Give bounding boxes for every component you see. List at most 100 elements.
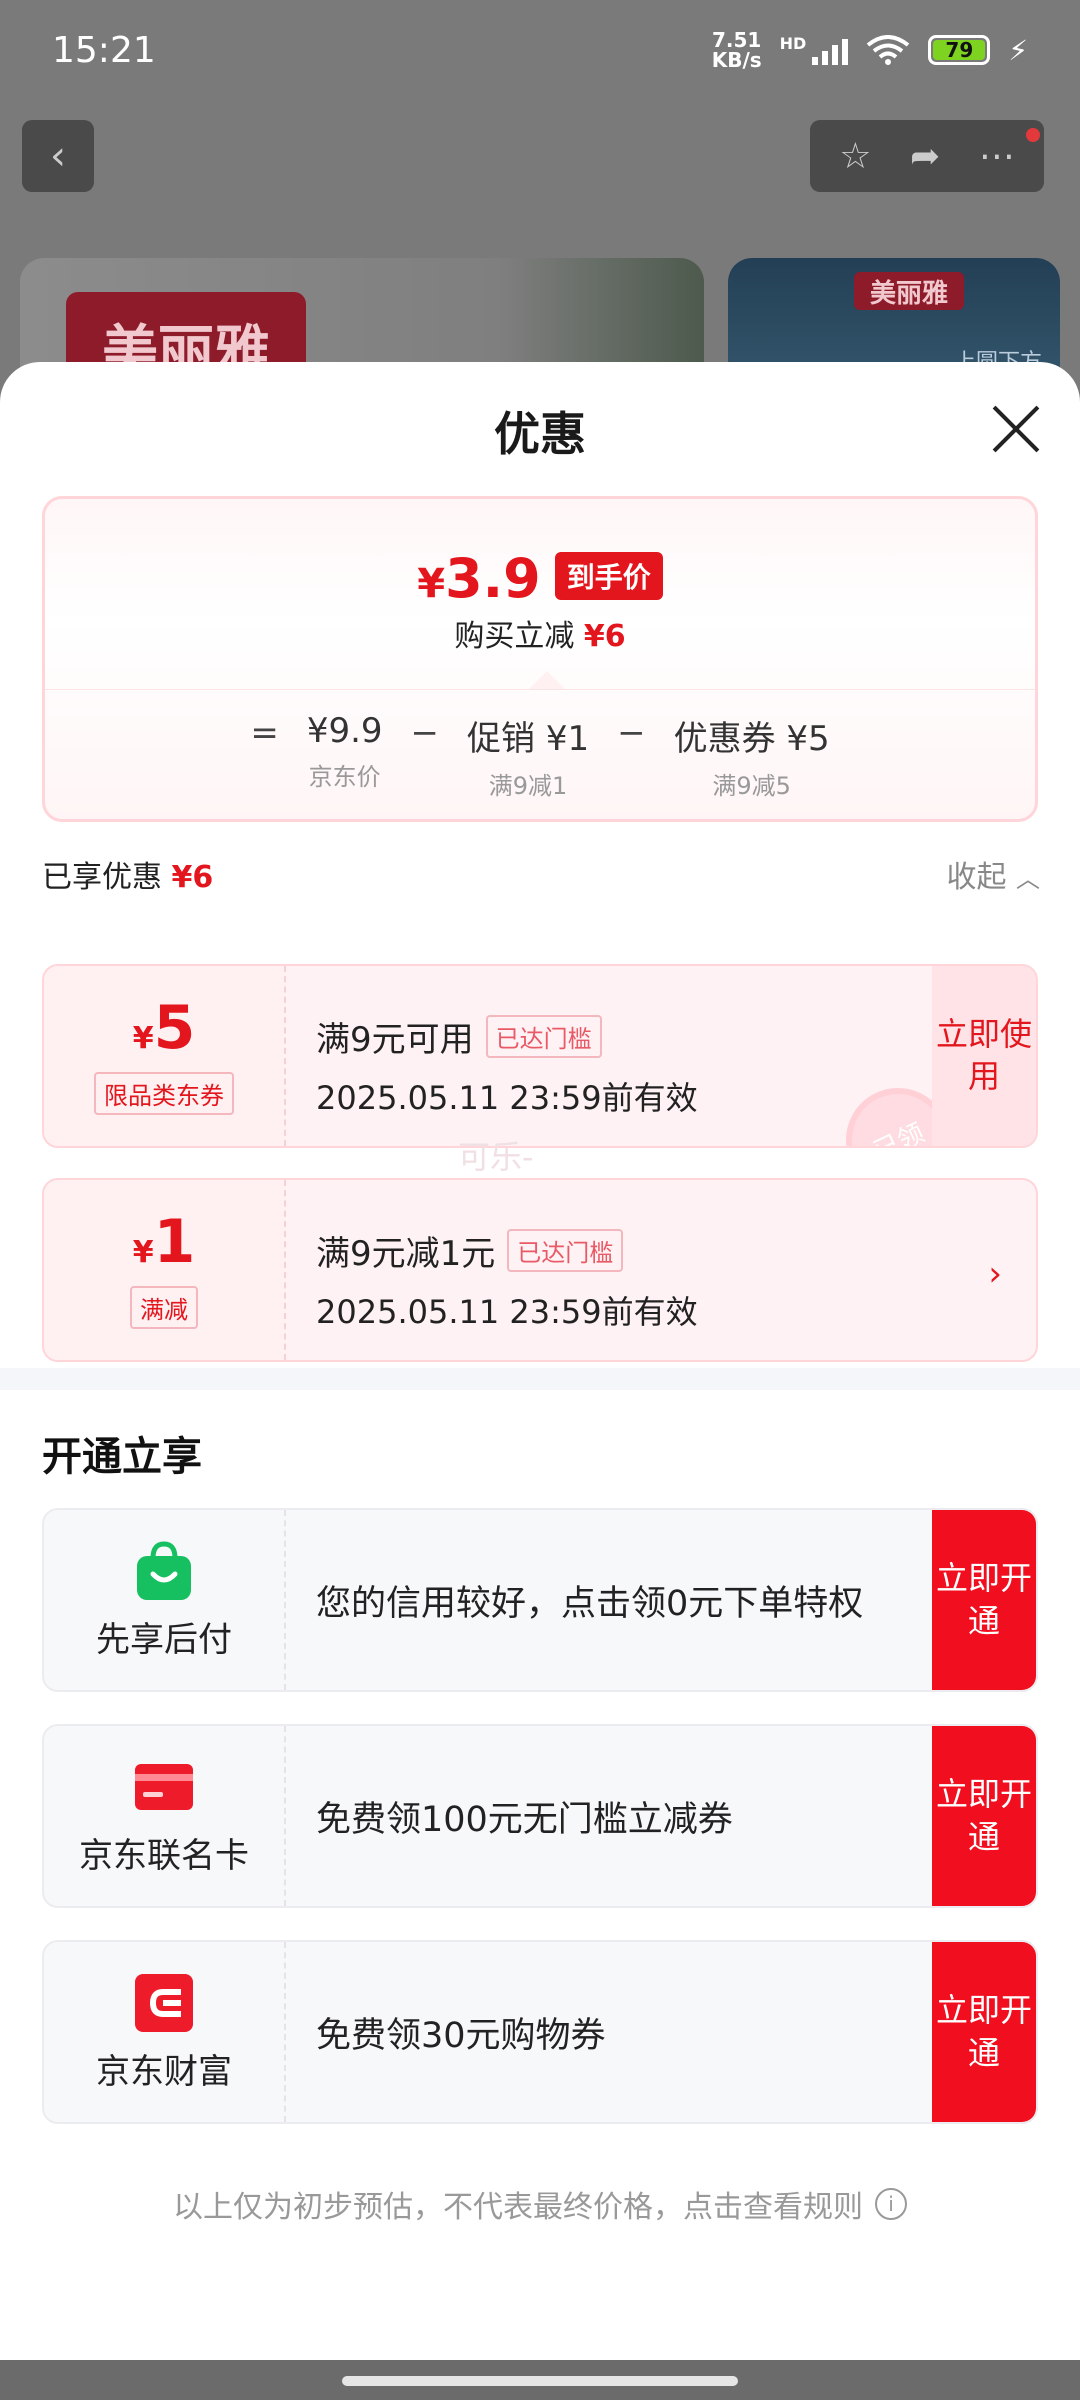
charging-icon: ⚡: [1008, 33, 1028, 67]
enjoyed-label: 已享优惠: [42, 860, 162, 895]
service-description: 您的信用较好，点击领0元下单特权: [316, 1583, 864, 1624]
service-brand: 京东财富: [44, 1942, 286, 2122]
promotion-type-tag: 满减: [130, 1285, 198, 1329]
divider: [45, 689, 1035, 690]
equals-sign: =: [250, 713, 279, 753]
status-time: 15:21: [52, 29, 156, 71]
minus-sign: −: [410, 713, 440, 753]
coupon-condition: 满9元可用: [316, 1020, 474, 1060]
threshold-reached-badge: 已达门槛: [507, 1229, 624, 1272]
promotion-amount-value: 1: [153, 1206, 196, 1277]
promotion-amount: ¥1: [133, 1212, 196, 1272]
network-speed: 7.51 KB/s: [712, 30, 762, 70]
battery-icon: 79: [928, 35, 991, 65]
activate-button[interactable]: 立即开通: [932, 1942, 1036, 2122]
price-formula: = ¥9.9 京东价 − 促销 ¥1 满9减1 − 优惠券 ¥5 满9减5: [45, 711, 1035, 801]
network-speed-value: 7.51: [712, 28, 762, 52]
service-name: 先享后付: [96, 1619, 232, 1660]
coupon-type-tag: 限品类东券: [94, 1071, 234, 1115]
more-icon[interactable]: ⋯: [979, 136, 1015, 177]
chevron-left-icon: ‹: [50, 133, 66, 179]
sheet-title: 优惠: [494, 407, 586, 461]
star-icon[interactable]: ☆: [839, 136, 871, 177]
disclaimer-text: 以上仅为初步预估，不代表最终价格，点击查看规则: [173, 2190, 863, 2225]
instant-reduction: 购买立减 ¥6: [45, 611, 1035, 655]
formula-label: 京东价: [308, 763, 381, 791]
formula-label: 满9减5: [712, 772, 791, 800]
final-price-value: 3.9: [445, 547, 541, 610]
coupon-amount: ¥5: [133, 998, 196, 1058]
formula-value: ¥9.9: [306, 711, 383, 751]
service-card-co-branded-card[interactable]: 京东联名卡 免费领100元无门槛立减券 立即开通: [42, 1724, 1038, 1908]
promotion-card[interactable]: ¥1 满减 满9元减1元 已达门槛 2025.05.11 23:59前有效 ›: [42, 1178, 1038, 1362]
close-icon[interactable]: [990, 404, 1040, 454]
final-price: ¥3.9: [417, 547, 541, 610]
notification-dot: [1026, 128, 1040, 142]
coupon-card[interactable]: ¥5 限品类东券 满9元可用 已达门槛 2025.05.11 23:59前有效 …: [42, 964, 1038, 1148]
service-brand: 先享后付: [44, 1510, 286, 1690]
promotion-condition: 满9元减1元: [316, 1234, 496, 1274]
shopping-bag-icon: [137, 1540, 191, 1600]
promotion-value-panel: ¥1 满减: [44, 1180, 286, 1360]
instant-reduction-label: 购买立减: [454, 619, 575, 654]
service-card-pay-later[interactable]: 先享后付 您的信用较好，点击领0元下单特权 立即开通: [42, 1508, 1038, 1692]
rules-disclaimer[interactable]: 以上仅为初步预估，不代表最终价格，点击查看规则 i: [0, 2182, 1080, 2226]
wealth-icon: [135, 1973, 193, 2032]
info-icon: i: [875, 2188, 907, 2220]
coupon-validity: 2025.05.11 23:59前有效: [316, 1079, 698, 1117]
status-icons: 7.51 KB/s HD 79 ⚡: [712, 30, 1028, 70]
enjoyed-discount: 已享优惠 ¥6: [42, 852, 213, 896]
network-type-label: HD: [779, 33, 807, 53]
wifi-icon: [867, 35, 910, 65]
service-name: 京东财富: [96, 2051, 232, 2092]
service-card-wealth[interactable]: 京东财富 免费领30元购物券 立即开通: [42, 1940, 1038, 2124]
service-brand: 京东联名卡: [44, 1726, 286, 1906]
final-price-badge: 到手价: [554, 552, 663, 600]
currency-symbol: ¥: [132, 1020, 154, 1056]
minus-sign: −: [617, 713, 646, 753]
instant-reduction-amount: ¥6: [583, 619, 626, 654]
final-price-row: ¥3.9 到手价: [45, 547, 1035, 610]
watermark-text: 可乐-: [458, 1138, 534, 1176]
chevron-up-icon: ︿: [1016, 865, 1040, 893]
back-button[interactable]: ‹: [22, 120, 94, 192]
status-bar: 15:21 7.51 KB/s HD 79 ⚡: [0, 0, 1080, 100]
collapse-label: 收起: [946, 860, 1007, 895]
pointer-triangle: [529, 671, 565, 689]
signal-icon: [812, 35, 849, 65]
home-indicator[interactable]: [342, 2376, 738, 2386]
brand-logo-small: 美丽雅: [854, 272, 964, 310]
coupon-details: 满9元可用 已达门槛 2025.05.11 23:59前有效: [316, 1012, 698, 1119]
coupon-amount-value: 5: [153, 992, 196, 1063]
promotion-details: 满9元减1元 已达门槛 2025.05.11 23:59前有效: [316, 1226, 698, 1333]
enjoyed-amount: ¥6: [171, 860, 214, 895]
service-description: 免费领30元购物券: [316, 2015, 606, 2056]
formula-jd-price: ¥9.9 京东价: [307, 711, 383, 792]
use-now-button[interactable]: 立即使用: [932, 966, 1036, 1146]
threshold-reached-badge: 已达门槛: [485, 1015, 602, 1058]
service-name: 京东联名卡: [79, 1835, 249, 1876]
section-divider: [0, 1368, 1080, 1390]
open-benefits-title: 开通立享: [42, 1434, 202, 1480]
service-description: 免费领100元无门槛立减券: [316, 1799, 733, 1840]
top-action-group: ☆ ➦ ⋯: [810, 120, 1044, 192]
credit-card-icon: [135, 1763, 193, 1810]
discount-sheet: 优惠 ¥3.9 到手价 购买立减 ¥6 = ¥9.9 京东价 − 促销 ¥1 满…: [0, 362, 1080, 2360]
currency-symbol: ¥: [417, 561, 446, 607]
formula-value: 促销 ¥1: [467, 719, 590, 759]
coupon-value-panel: ¥5 限品类东券: [44, 966, 286, 1146]
activate-button[interactable]: 立即开通: [932, 1726, 1036, 1906]
network-speed-unit: KB/s: [711, 48, 762, 72]
chevron-right-icon[interactable]: ›: [988, 1254, 1002, 1294]
promotion-validity: 2025.05.11 23:59前有效: [316, 1293, 698, 1331]
price-summary-card: ¥3.9 到手价 购买立减 ¥6 = ¥9.9 京东价 − 促销 ¥1 满9减1…: [42, 496, 1038, 822]
formula-label: 满9减1: [488, 772, 568, 800]
battery-level: 79: [933, 38, 986, 62]
formula-value: 优惠券 ¥5: [673, 719, 830, 759]
currency-symbol: ¥: [132, 1234, 154, 1270]
formula-coupon: 优惠券 ¥5 满9减5: [674, 711, 830, 801]
formula-promotion: 促销 ¥1 满9减1: [467, 711, 589, 801]
activate-button[interactable]: 立即开通: [932, 1510, 1036, 1690]
share-icon[interactable]: ➦: [910, 136, 940, 177]
collapse-button[interactable]: 收起 ︿: [946, 852, 1040, 896]
